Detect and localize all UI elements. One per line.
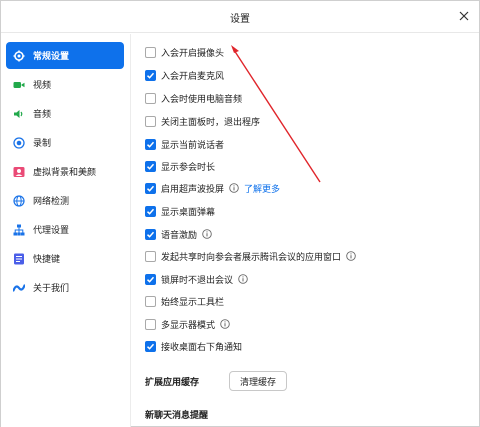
option-ultrasonic-cast[interactable]: 启用超声波投屏 了解更多	[145, 180, 280, 196]
keyboard-icon	[13, 253, 25, 265]
checkbox-checked[interactable]	[145, 138, 156, 150]
settings-sidebar: 常规设置 视频 音频 录制 虚拟背景和美颜 网络检测 代理设置 快捷键 关于我们	[1, 34, 131, 427]
checkbox[interactable]	[145, 46, 156, 58]
option-share-app-window[interactable]: 发起共享时向参会者展示腾讯会议的应用窗口	[145, 248, 356, 264]
sidebar-item-virtual-background[interactable]: 虚拟背景和美颜	[6, 158, 124, 185]
option-show-speaker[interactable]: 显示当前说话者	[145, 136, 224, 152]
sidebar-item-record[interactable]: 录制	[6, 129, 124, 156]
option-voice-activation[interactable]: 语音激励	[145, 226, 212, 242]
checkbox-checked[interactable]	[145, 228, 156, 240]
checkbox[interactable]	[145, 92, 156, 104]
learn-more-link[interactable]: 了解更多	[244, 182, 280, 195]
close-icon[interactable]	[457, 9, 471, 23]
sidebar-item-label: 快捷键	[33, 255, 61, 265]
cache-section-label: 扩展应用缓存	[145, 378, 200, 388]
option-computer-audio[interactable]: 入会时使用电脑音频	[145, 90, 242, 106]
audio-icon	[13, 108, 25, 120]
info-icon[interactable]	[220, 319, 230, 329]
sidebar-item-about[interactable]: 关于我们	[6, 274, 124, 301]
checkbox[interactable]	[145, 250, 156, 262]
sidebar-item-network[interactable]: 网络检测	[6, 187, 124, 214]
virtual-background-icon	[13, 166, 25, 178]
sidebar-item-label: 录制	[33, 139, 52, 149]
checkbox[interactable]	[145, 318, 156, 330]
option-desktop-danmaku[interactable]: 显示桌面弹幕	[145, 203, 215, 219]
info-icon[interactable]	[202, 229, 212, 239]
sidebar-item-video[interactable]: 视频	[6, 71, 124, 98]
checkbox-checked[interactable]	[145, 69, 156, 81]
sidebar-item-label: 网络检测	[33, 197, 70, 207]
checkbox[interactable]	[145, 295, 156, 307]
info-icon[interactable]	[238, 274, 248, 284]
gear-icon	[13, 50, 25, 62]
clear-cache-button[interactable]: 清理缓存	[229, 371, 287, 391]
sidebar-item-label: 音频	[33, 110, 52, 120]
proxy-icon	[13, 224, 25, 236]
option-show-duration[interactable]: 显示参会时长	[145, 158, 215, 174]
option-always-show-toolbar[interactable]: 始终显示工具栏	[145, 293, 224, 309]
sidebar-item-label: 视频	[33, 81, 52, 91]
network-icon	[13, 194, 25, 207]
checkbox-checked[interactable]	[145, 160, 156, 172]
sidebar-item-shortcuts[interactable]: 快捷键	[6, 245, 124, 272]
checkbox-checked[interactable]	[145, 273, 156, 285]
settings-window: 设置 常规设置 视频 音频 录制 虚拟背景和美颜 网络检测 代理设置 快捷键 关…	[0, 0, 480, 427]
option-desktop-notifications[interactable]: 接收桌面右下角通知	[145, 338, 242, 354]
sidebar-item-proxy[interactable]: 代理设置	[6, 216, 124, 243]
checkbox-checked[interactable]	[145, 205, 156, 217]
info-icon[interactable]	[346, 251, 356, 261]
about-icon	[13, 282, 25, 294]
record-icon	[13, 136, 25, 149]
sidebar-item-general[interactable]: 常规设置	[6, 42, 124, 69]
option-stay-on-lock[interactable]: 锁屏时不退出会议	[145, 271, 248, 287]
video-icon	[13, 79, 25, 91]
sidebar-item-label: 代理设置	[33, 226, 70, 236]
checkbox-checked[interactable]	[145, 182, 156, 194]
option-camera-on-join[interactable]: 入会开启摄像头	[145, 44, 224, 60]
info-icon[interactable]	[229, 183, 239, 193]
chat-notification-section-label: 新聊天消息提醒	[145, 411, 209, 421]
sidebar-item-label: 虚拟背景和美颜	[33, 168, 97, 178]
option-mic-on-join[interactable]: 入会开启麦克风	[145, 67, 224, 83]
title-bar: 设置	[1, 1, 479, 33]
checkbox[interactable]	[145, 115, 156, 127]
checkbox-checked[interactable]	[145, 340, 156, 352]
window-title: 设置	[230, 14, 250, 25]
option-multi-monitor[interactable]: 多显示器模式	[145, 316, 230, 332]
sidebar-item-label: 关于我们	[33, 284, 70, 294]
sidebar-item-audio[interactable]: 音频	[6, 100, 124, 127]
sidebar-item-label: 常规设置	[33, 52, 70, 62]
general-settings-panel: 入会开启摄像头 入会开启麦克风 入会时使用电脑音频 关闭主面板时，退出程序 显示…	[132, 34, 478, 427]
option-exit-on-close[interactable]: 关闭主面板时，退出程序	[145, 113, 260, 129]
